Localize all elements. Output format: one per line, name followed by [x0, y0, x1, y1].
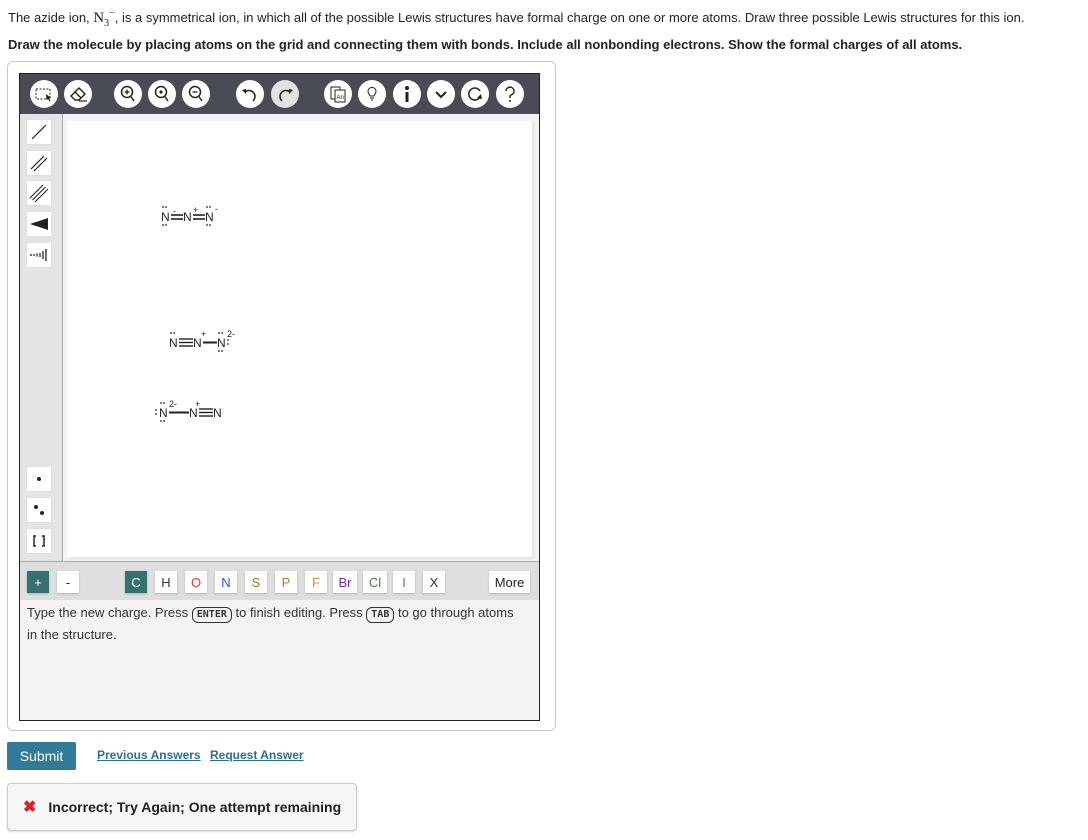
- charge-plus-button[interactable]: +: [27, 571, 49, 593]
- zoom-out-button[interactable]: [182, 80, 210, 108]
- zoom-out-icon: [188, 85, 203, 102]
- charge-n2: +: [201, 329, 206, 339]
- atom-button-f[interactable]: F: [305, 571, 327, 593]
- question-text: The azide ion, N3−, is a symmetrical ion…: [8, 8, 1024, 29]
- charge-n2: +: [195, 399, 200, 409]
- help-button[interactable]: [496, 80, 524, 108]
- redo-icon: [279, 89, 293, 102]
- bond-toolbar: [20, 114, 63, 561]
- atom-button-x[interactable]: X: [423, 571, 445, 593]
- molecule-editor: An N N N - + - N N N + 2- N N N 2- + + -…: [19, 73, 540, 721]
- wedge-bond-button[interactable]: [27, 212, 51, 236]
- incorrect-icon: ✖: [23, 799, 37, 816]
- single-bond-button[interactable]: [27, 120, 51, 144]
- reset-icon: [468, 87, 482, 101]
- atom-toolbar: + - C H O N S P F Br Cl I X More: [20, 561, 539, 600]
- charge-minus-button[interactable]: -: [57, 571, 79, 593]
- atom-button-p[interactable]: P: [275, 571, 297, 593]
- single-bond-icon: [31, 124, 47, 140]
- drawing-canvas[interactable]: N N N - + - N N N + 2- N N N 2- +: [67, 121, 532, 557]
- charge-n2: +: [193, 205, 198, 215]
- atom-button-i[interactable]: I: [393, 571, 415, 593]
- triple-bond-button[interactable]: [27, 181, 51, 205]
- zoom-in-icon: [120, 85, 135, 102]
- reset-button[interactable]: [461, 80, 489, 108]
- feedback-message: Incorrect; Try Again; One attempt remain…: [48, 799, 342, 815]
- more-atoms-button[interactable]: More: [489, 571, 530, 593]
- feedback-box: ✖ Incorrect; Try Again; One attempt rema…: [7, 783, 357, 831]
- hash-bond-button[interactable]: [27, 243, 51, 267]
- atom-button-c[interactable]: C: [125, 571, 147, 593]
- lewis-structure-1[interactable]: N N N - + -: [155, 201, 235, 231]
- double-bond-button[interactable]: [27, 151, 51, 175]
- lone-pair-icon: [34, 505, 44, 515]
- atom-button-br[interactable]: Br: [333, 571, 357, 593]
- lone-pair-button[interactable]: [27, 498, 51, 522]
- undo-icon: [242, 89, 256, 102]
- brackets-icon: [33, 535, 45, 547]
- submit-button[interactable]: Submit: [7, 742, 76, 770]
- charge-n3: 2-: [227, 329, 235, 339]
- templates-icon: An: [330, 86, 346, 103]
- atom-n1[interactable]: N: [159, 406, 168, 420]
- atom-button-o[interactable]: O: [185, 571, 207, 593]
- hint-text-2: to finish editing. Press: [231, 605, 367, 620]
- help-icon: [505, 86, 515, 102]
- enter-key-badge: ENTER: [191, 607, 232, 623]
- atom-n3[interactable]: N: [213, 406, 222, 420]
- lewis-structure-2[interactable]: N N N + 2-: [163, 327, 253, 357]
- chevron-down-icon: [435, 91, 447, 99]
- hash-bond-icon: [30, 249, 47, 261]
- lewis-structure-3[interactable]: N N N 2- +: [149, 397, 239, 427]
- atom-n2[interactable]: N: [183, 210, 192, 224]
- undo-button[interactable]: [236, 80, 264, 108]
- radical-button[interactable]: [27, 467, 51, 491]
- atom-n1[interactable]: N: [161, 210, 170, 224]
- info-icon: [405, 86, 409, 102]
- azide-formula: N3−: [93, 8, 114, 29]
- formula-sub: 3: [104, 18, 110, 29]
- atom-n3[interactable]: N: [217, 336, 226, 350]
- atom-button-cl[interactable]: Cl: [363, 571, 387, 593]
- hint-text-1: Type the new charge. Press: [27, 605, 192, 620]
- eraser-icon: [70, 87, 87, 102]
- zoom-in-button[interactable]: [114, 80, 142, 108]
- zoom-reset-button[interactable]: [148, 80, 176, 108]
- select-icon: [35, 88, 51, 102]
- zoom-reset-icon: [154, 85, 169, 102]
- wedge-bond-icon: [30, 218, 48, 230]
- atom-button-s[interactable]: S: [245, 571, 267, 593]
- select-tool-button[interactable]: [30, 80, 58, 108]
- brackets-button[interactable]: [27, 529, 51, 553]
- question-prefix: The azide ion,: [8, 10, 94, 25]
- more-options-button[interactable]: [427, 80, 455, 108]
- question-suffix: , is a symmetrical ion, in which all of …: [114, 10, 1025, 25]
- instructions: Draw the molecule by placing atoms on th…: [8, 37, 963, 52]
- tab-key-badge: TAB: [366, 607, 395, 623]
- editor-toolbar: An: [20, 74, 539, 114]
- atom-n3[interactable]: N: [205, 210, 214, 224]
- previous-answers-link[interactable]: Previous Answers: [97, 748, 201, 762]
- double-bond-icon: [30, 155, 48, 172]
- atom-button-h[interactable]: H: [155, 571, 177, 593]
- eraser-button[interactable]: [64, 80, 92, 108]
- info-button[interactable]: [393, 80, 421, 108]
- charge-n1: 2-: [169, 399, 177, 409]
- charge-n3: -: [215, 204, 218, 214]
- hint-button[interactable]: [358, 80, 386, 108]
- redo-button[interactable]: [271, 80, 299, 108]
- radical-icon: [37, 477, 41, 481]
- templates-button[interactable]: An: [324, 80, 352, 108]
- atom-button-n[interactable]: N: [215, 571, 237, 593]
- formula-base: N: [93, 10, 105, 26]
- svg-text:An: An: [337, 95, 344, 101]
- editor-hint: Type the new charge. Press ENTER to fini…: [27, 602, 527, 646]
- atom-n1[interactable]: N: [169, 336, 178, 350]
- lightbulb-icon: [367, 86, 377, 101]
- triple-bond-icon: [29, 184, 49, 203]
- request-answer-link[interactable]: Request Answer: [210, 748, 304, 762]
